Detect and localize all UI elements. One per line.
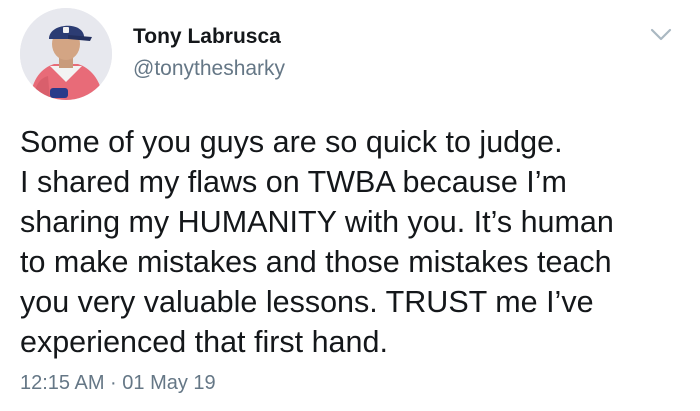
tweet-text-line: you very valuable lessons. TRUST me I’ve [20, 285, 594, 319]
tweet-text-line: experienced that first hand. [20, 325, 388, 359]
tweet-text-line: I shared my flaws on TWBA because I’m [20, 165, 567, 199]
tweet-text-line: sharing my HUMANITY with you. It’s human [20, 205, 614, 239]
avatar-photo [20, 8, 112, 100]
tweet-card: Tony Labrusca @tonythesharky Some of you… [0, 0, 700, 411]
chevron-down-icon[interactable] [649, 22, 673, 46]
tweet-text-line: to make mistakes and those mistakes teac… [20, 245, 612, 279]
tweet-timestamp[interactable]: 12:15 AM · 01 May 19 [20, 372, 216, 395]
author-handle[interactable]: @tonythesharky [133, 57, 285, 81]
tweet-text: Some of you guys are so quick to judge. … [20, 122, 685, 362]
author-avatar[interactable] [20, 8, 112, 100]
tweet-text-line: Some of you guys are so quick to judge. [20, 125, 563, 159]
author-name[interactable]: Tony Labrusca [133, 25, 281, 49]
